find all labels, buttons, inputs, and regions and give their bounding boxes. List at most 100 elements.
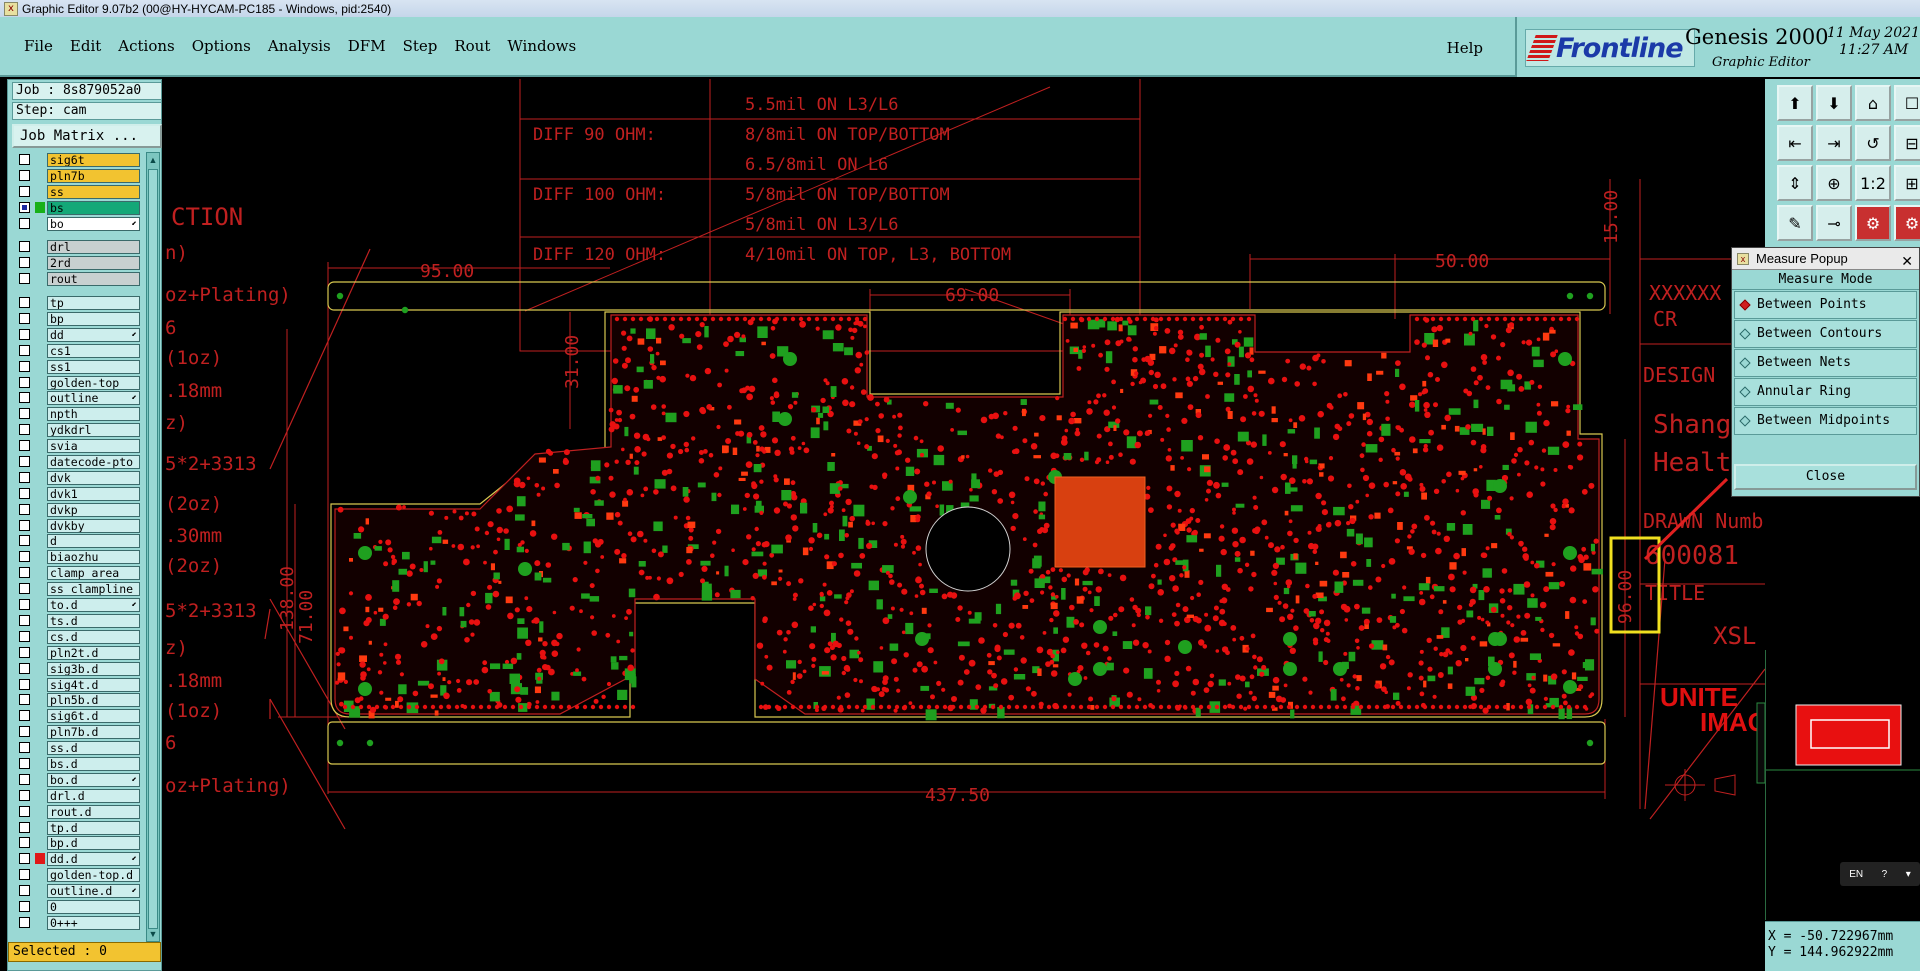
toolbar-button-3[interactable]: ☐ (1894, 85, 1920, 121)
menu-edit[interactable]: Edit (70, 37, 101, 55)
layer-color-tag[interactable] (35, 535, 45, 546)
layer-row[interactable]: sig4t.d (12, 677, 140, 693)
help-menu[interactable]: Help (1447, 39, 1483, 57)
layer-row[interactable]: drl.d (12, 788, 140, 804)
layer-name[interactable]: bo.d ⬋ (47, 772, 140, 787)
layer-row[interactable]: pln2t.d (12, 645, 140, 661)
layer-color-tag[interactable] (35, 885, 45, 896)
layer-name[interactable]: golden-top.d (47, 868, 140, 883)
layer-row[interactable]: 0 (12, 899, 140, 915)
layer-name[interactable]: golden-top (47, 375, 140, 390)
toolbar-button-0[interactable]: ⬆ (1777, 85, 1813, 121)
layer-row[interactable]: ss.d (12, 740, 140, 756)
menu-windows[interactable]: Windows (507, 37, 576, 55)
layer-checkbox[interactable] (19, 169, 30, 181)
layer-color-tag[interactable] (35, 551, 45, 562)
radio-diamond-icon[interactable] (1739, 357, 1751, 369)
layer-row[interactable]: dd ⬋ (12, 327, 140, 343)
layer-name[interactable]: ss1 (47, 359, 140, 374)
layer-checkbox[interactable] (19, 257, 30, 269)
layer-name[interactable]: bp.d (47, 836, 140, 851)
layer-color-tag[interactable] (35, 567, 45, 578)
layer-color-tag[interactable] (35, 154, 45, 165)
layer-checkbox[interactable] (19, 726, 30, 738)
layer-name[interactable]: cs.d (47, 629, 140, 644)
layer-row[interactable]: pln5b.d (12, 692, 140, 708)
measure-option[interactable]: Annular Ring (1734, 378, 1917, 406)
language-indicator[interactable]: EN (1849, 869, 1863, 880)
layer-name[interactable]: dd ⬋ (47, 327, 140, 342)
layer-row[interactable]: sig6t.d (12, 708, 140, 724)
layer-color-tag[interactable] (35, 201, 45, 213)
layer-color-tag[interactable] (35, 742, 45, 753)
layer-row[interactable]: dvk1 (12, 486, 140, 502)
toolbar-button-10[interactable]: 1:2 (1855, 165, 1891, 201)
menu-file[interactable]: File (24, 37, 53, 55)
layer-checkbox[interactable] (19, 853, 30, 865)
layer-name[interactable]: 0+++ (47, 915, 140, 930)
layer-color-tag[interactable] (35, 679, 45, 690)
layer-checkbox[interactable] (19, 662, 30, 674)
radio-diamond-icon[interactable] (1739, 299, 1751, 311)
layer-name[interactable]: svia (47, 439, 140, 454)
layer-color-tag[interactable] (35, 170, 45, 181)
layer-row[interactable]: dvkp (12, 502, 140, 518)
layer-checkbox[interactable] (19, 694, 30, 706)
layer-name[interactable]: tp.d (47, 820, 140, 835)
layer-name[interactable]: pln7b (47, 168, 140, 183)
toolbar-button-15[interactable]: ⚙ (1894, 205, 1920, 241)
layer-color-tag[interactable] (35, 758, 45, 769)
layer-name[interactable]: datecode-pto (47, 455, 140, 470)
layer-row[interactable]: bs.d (12, 756, 140, 772)
layer-checkbox[interactable] (19, 900, 30, 912)
layer-checkbox[interactable] (19, 456, 30, 468)
layer-row[interactable]: d (12, 533, 140, 549)
measure-option[interactable]: Between Nets (1734, 349, 1917, 377)
layer-checkbox[interactable] (19, 392, 30, 404)
layer-color-tag[interactable] (35, 257, 45, 268)
layer-row[interactable]: 2rd (12, 255, 140, 271)
toolbar-button-13[interactable]: ⊸ (1816, 205, 1852, 241)
layer-color-tag[interactable] (35, 440, 45, 451)
measure-option[interactable]: Between Midpoints (1734, 407, 1917, 435)
layer-checkbox[interactable] (19, 551, 30, 563)
layer-row[interactable]: biaozhu (12, 549, 140, 565)
layer-row[interactable]: bo ⬋ (12, 216, 140, 232)
layer-row[interactable]: outline.d ⬋ (12, 883, 140, 899)
radio-diamond-icon[interactable] (1739, 328, 1751, 340)
layer-row[interactable]: bs (12, 200, 140, 216)
layer-checkbox[interactable] (19, 535, 30, 547)
layer-name[interactable]: 0 (47, 899, 140, 914)
layer-row[interactable]: outline ⬋ (12, 390, 140, 406)
layer-name[interactable]: tp (47, 296, 140, 311)
step-field[interactable]: Step: cam (12, 102, 162, 120)
layer-checkbox[interactable] (19, 630, 30, 642)
layer-checkbox[interactable] (19, 567, 30, 579)
layer-checkbox[interactable] (19, 519, 30, 531)
layer-name[interactable]: pln2t.d (47, 645, 140, 660)
layer-checkbox[interactable] (19, 773, 30, 785)
layer-row[interactable]: cs.d (12, 629, 140, 645)
layer-color-tag[interactable] (35, 186, 45, 197)
layer-name[interactable]: bs.d (47, 756, 140, 771)
layer-name[interactable]: to.d ⬋ (47, 598, 140, 613)
layer-checkbox[interactable] (19, 916, 30, 928)
layer-checkbox[interactable] (19, 885, 30, 897)
toolbar-button-8[interactable]: ⇕ (1777, 165, 1813, 201)
layer-name[interactable]: biaozhu (47, 550, 140, 565)
layer-checkbox[interactable] (19, 273, 30, 285)
layer-checkbox[interactable] (19, 789, 30, 801)
layer-checkbox[interactable] (19, 471, 30, 483)
layer-name[interactable]: d (47, 534, 140, 549)
layer-row[interactable]: drl (12, 239, 140, 255)
menu-actions[interactable]: Actions (118, 37, 174, 55)
layer-color-tag[interactable] (35, 631, 45, 642)
scroll-up-icon[interactable]: ▲ (148, 154, 158, 166)
layer-checkbox[interactable] (19, 599, 30, 611)
layer-row[interactable]: rout (12, 271, 140, 287)
layer-row[interactable]: dd.d ⬋ (12, 851, 140, 867)
layer-color-tag[interactable] (35, 694, 45, 705)
radio-diamond-icon[interactable] (1739, 386, 1751, 398)
layer-checkbox[interactable] (19, 408, 30, 420)
layer-name[interactable]: npth (47, 407, 140, 422)
